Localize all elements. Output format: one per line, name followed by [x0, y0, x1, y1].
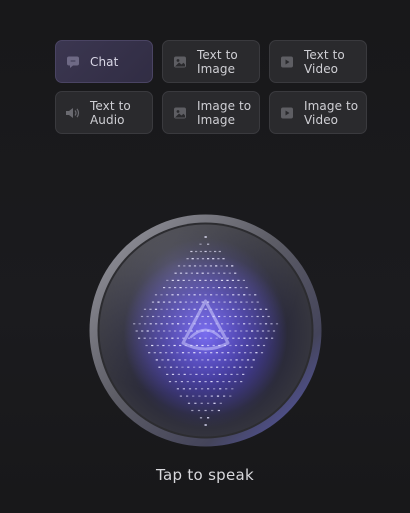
- mode-image-to-video-label: Image to Video: [304, 99, 358, 127]
- voice-orb-graphic: [88, 213, 323, 448]
- mode-text-to-audio-button[interactable]: Text to Audio: [55, 91, 153, 134]
- mode-selector-grid: Chat Text to Image Text to Video Text to…: [55, 40, 366, 134]
- mode-text-to-image-button[interactable]: Text to Image: [162, 40, 260, 83]
- video-play-icon: [279, 105, 295, 121]
- mode-chat-label: Chat: [90, 55, 118, 69]
- image-icon: [172, 54, 188, 70]
- tap-to-speak-label: Tap to speak: [0, 466, 410, 484]
- mode-text-to-audio-label: Text to Audio: [90, 99, 131, 127]
- image-icon: [172, 105, 188, 121]
- mode-text-to-video-button[interactable]: Text to Video: [269, 40, 367, 83]
- speaker-icon: [65, 105, 81, 121]
- mode-image-to-image-button[interactable]: Image to Image: [162, 91, 260, 134]
- mode-chat-button[interactable]: Chat: [55, 40, 153, 83]
- mode-image-to-image-label: Image to Image: [197, 99, 251, 127]
- mode-text-to-image-label: Text to Image: [197, 48, 238, 76]
- mode-image-to-video-button[interactable]: Image to Video: [269, 91, 367, 134]
- chat-bubble-icon: [65, 54, 81, 70]
- voice-orb-button[interactable]: [88, 213, 323, 448]
- mode-text-to-video-label: Text to Video: [304, 48, 345, 76]
- video-play-icon: [279, 54, 295, 70]
